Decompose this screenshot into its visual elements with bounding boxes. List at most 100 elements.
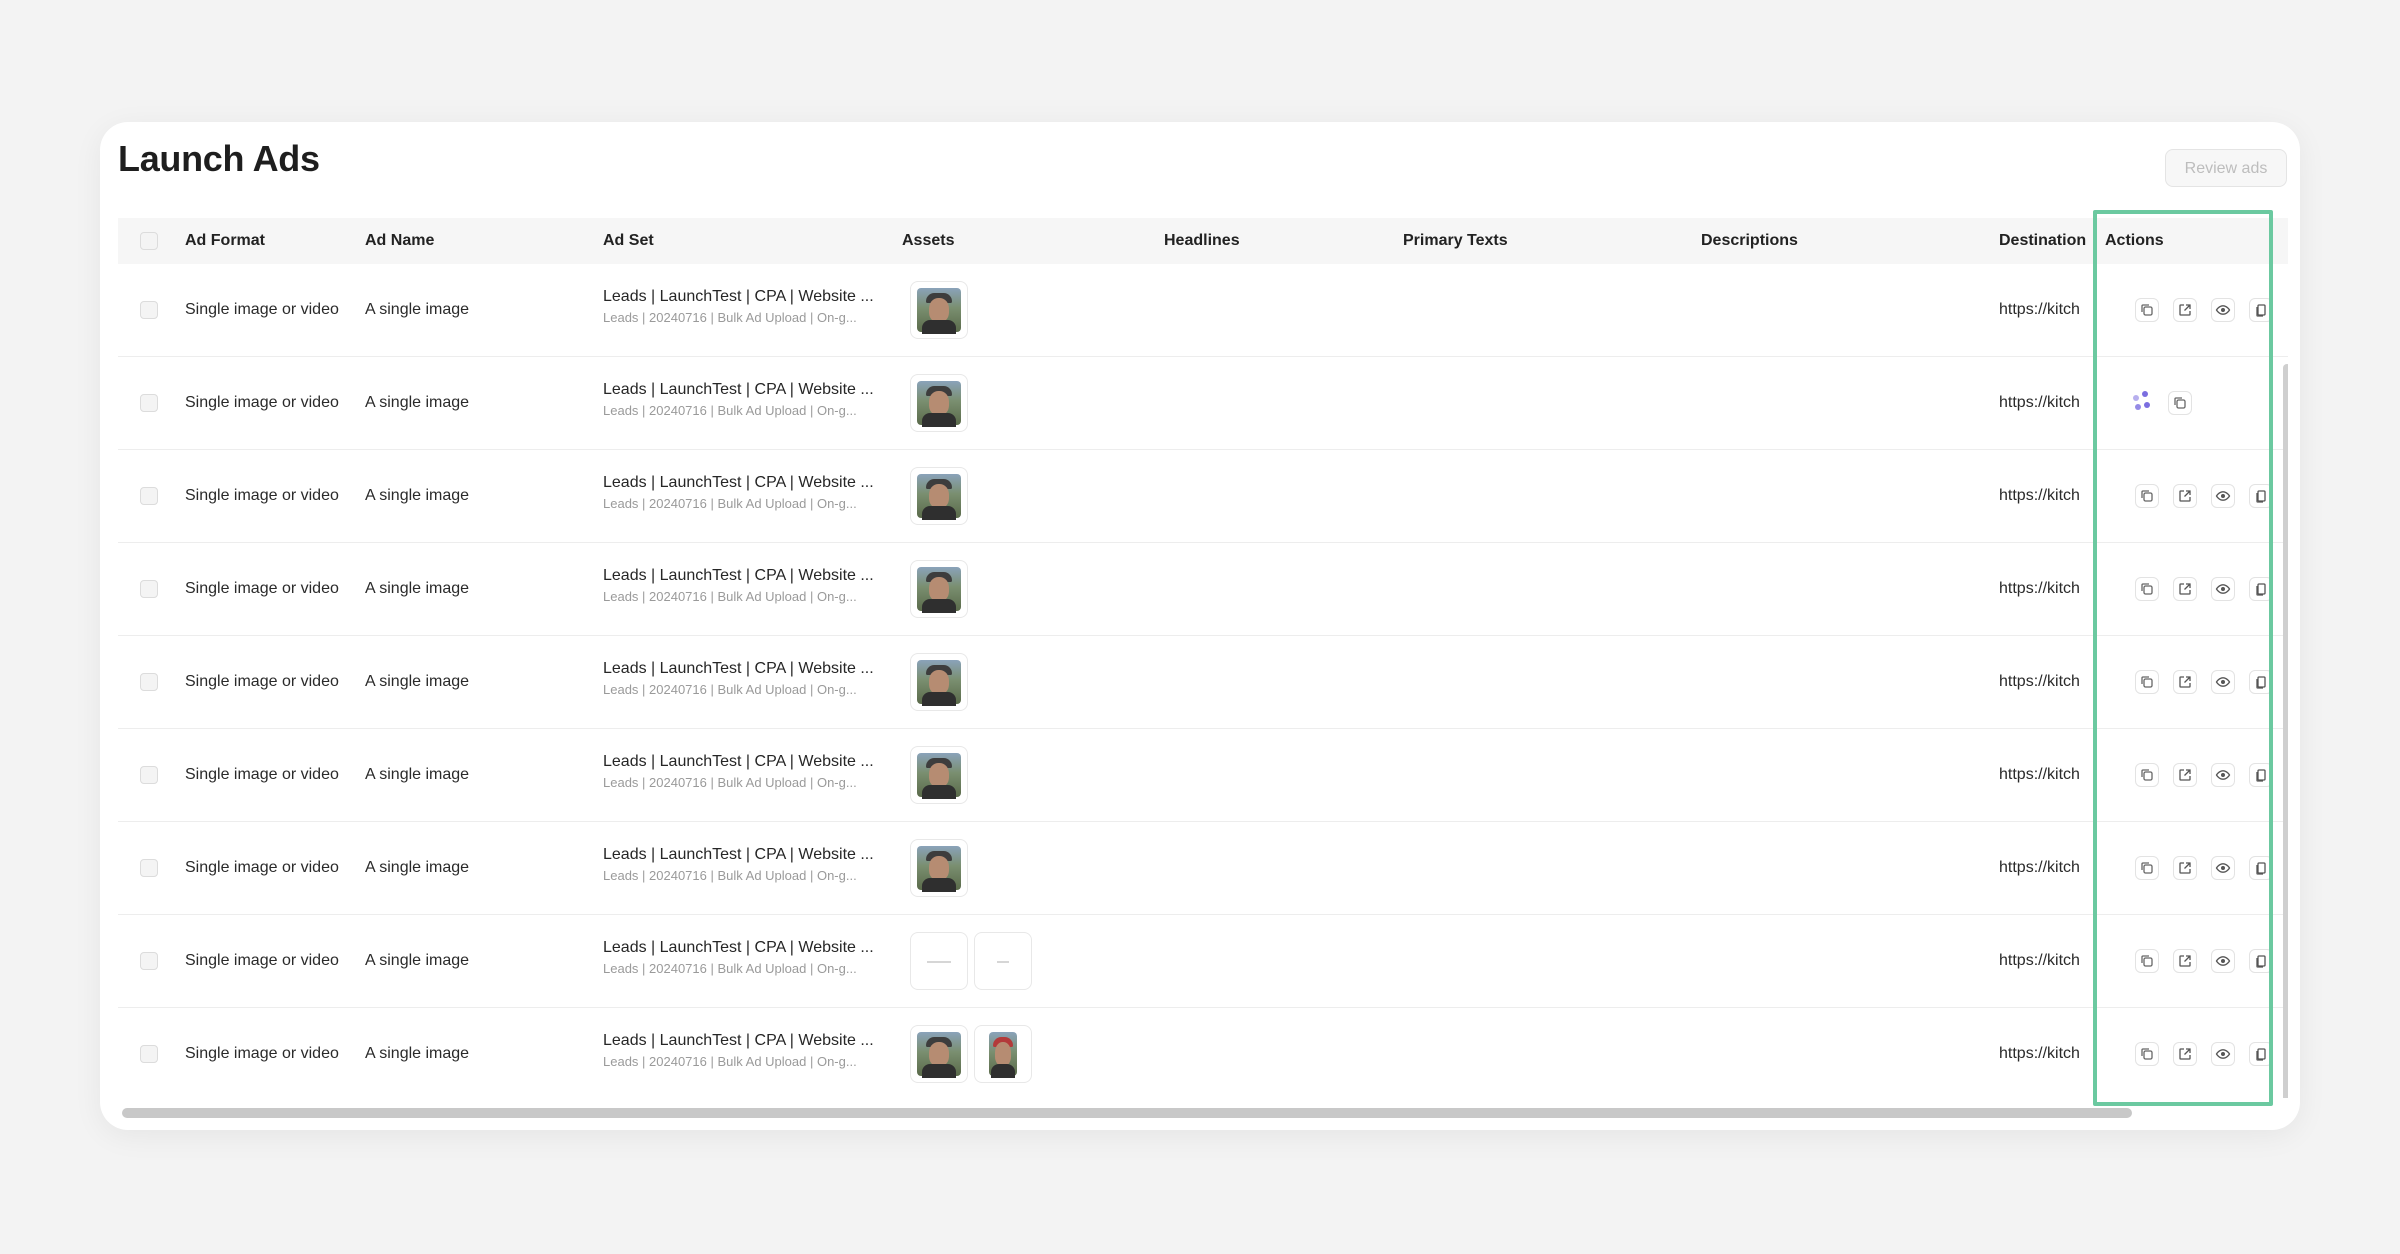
review-ads-button[interactable]: Review ads bbox=[2165, 149, 2287, 187]
asset-thumbnail[interactable] bbox=[910, 932, 968, 990]
asset-thumbnail[interactable] bbox=[910, 746, 968, 804]
asset-photo bbox=[917, 660, 961, 706]
photo-face bbox=[929, 856, 949, 880]
photo-face bbox=[929, 484, 949, 508]
ad-set-name: Leads | LaunchTest | CPA | Website ... bbox=[603, 474, 874, 491]
header-ad-set[interactable]: Ad Set bbox=[603, 218, 654, 264]
photo-shirt bbox=[922, 506, 956, 520]
select-all-checkbox[interactable] bbox=[140, 232, 158, 250]
ad-set-name: Leads | LaunchTest | CPA | Website ... bbox=[603, 288, 874, 305]
photo-shirt bbox=[922, 1064, 956, 1078]
row-checkbox[interactable] bbox=[140, 487, 158, 505]
ad-set-name: Leads | LaunchTest | CPA | Website ... bbox=[603, 939, 874, 956]
header-destination[interactable]: Destination bbox=[1999, 218, 2089, 264]
asset-photo bbox=[917, 474, 961, 520]
ad-set-details: Leads | 20240716 | Bulk Ad Upload | On-g… bbox=[603, 1054, 857, 1069]
placeholder-line bbox=[997, 961, 1009, 963]
placeholder-line bbox=[927, 961, 951, 963]
photo-shirt bbox=[922, 878, 956, 892]
ad-name-cell: A single image bbox=[365, 580, 470, 597]
actions-column-highlight bbox=[2093, 210, 2273, 1106]
asset-thumbnail[interactable] bbox=[910, 653, 968, 711]
ads-table: Ad Format Ad Name Ad Set Assets Headline… bbox=[118, 218, 2288, 1098]
ad-set-name: Leads | LaunchTest | CPA | Website ... bbox=[603, 846, 874, 863]
photo-shirt bbox=[922, 413, 956, 427]
asset-thumbnail[interactable] bbox=[910, 281, 968, 339]
ad-set-details: Leads | 20240716 | Bulk Ad Upload | On-g… bbox=[603, 775, 857, 790]
destination-cell: https://kitch bbox=[1999, 766, 2080, 783]
row-checkbox[interactable] bbox=[140, 952, 158, 970]
asset-photo bbox=[989, 1032, 1017, 1078]
ad-set-cell: Leads | LaunchTest | CPA | Website ... L… bbox=[603, 1030, 883, 1072]
photo-shirt bbox=[922, 599, 956, 613]
photo-face bbox=[929, 577, 949, 601]
table-row[interactable]: Single image or video A single image Lea… bbox=[118, 357, 2288, 450]
ad-set-details: Leads | 20240716 | Bulk Ad Upload | On-g… bbox=[603, 868, 857, 883]
photo-face bbox=[929, 670, 949, 694]
header-ad-format[interactable]: Ad Format bbox=[185, 218, 265, 264]
table-row[interactable]: Single image or video A single image Lea… bbox=[118, 636, 2288, 729]
table-row[interactable]: Single image or video A single image Lea… bbox=[118, 915, 2288, 1008]
ad-format-cell: Single image or video bbox=[185, 766, 339, 783]
row-checkbox[interactable] bbox=[140, 766, 158, 784]
asset-thumbnail[interactable] bbox=[910, 374, 968, 432]
ad-name-cell: A single image bbox=[365, 487, 470, 504]
ad-set-name: Leads | LaunchTest | CPA | Website ... bbox=[603, 381, 874, 398]
ad-format-cell: Single image or video bbox=[185, 580, 339, 597]
destination-cell: https://kitch bbox=[1999, 487, 2080, 504]
ad-set-details: Leads | 20240716 | Bulk Ad Upload | On-g… bbox=[603, 961, 857, 976]
ad-name-cell: A single image bbox=[365, 301, 470, 318]
asset-photo bbox=[917, 1032, 961, 1078]
ad-set-cell: Leads | LaunchTest | CPA | Website ... L… bbox=[603, 565, 883, 607]
table-row[interactable]: Single image or video A single image Lea… bbox=[118, 1008, 2288, 1098]
ad-name-cell: A single image bbox=[365, 673, 470, 690]
asset-thumbnail[interactable] bbox=[974, 932, 1032, 990]
horizontal-scrollbar[interactable] bbox=[122, 1108, 2132, 1118]
header-ad-name[interactable]: Ad Name bbox=[365, 218, 434, 264]
ad-set-details: Leads | 20240716 | Bulk Ad Upload | On-g… bbox=[603, 496, 857, 511]
asset-thumbnail[interactable] bbox=[910, 1025, 968, 1083]
photo-shirt bbox=[922, 785, 956, 799]
table-row[interactable]: Single image or video A single image Lea… bbox=[118, 264, 2288, 357]
destination-cell: https://kitch bbox=[1999, 301, 2080, 318]
ad-set-cell: Leads | LaunchTest | CPA | Website ... L… bbox=[603, 286, 883, 328]
destination-cell: https://kitch bbox=[1999, 859, 2080, 876]
row-checkbox[interactable] bbox=[140, 394, 158, 412]
header-headlines[interactable]: Headlines bbox=[1164, 218, 1240, 264]
row-checkbox[interactable] bbox=[140, 1045, 158, 1063]
asset-thumbnail[interactable] bbox=[974, 1025, 1032, 1083]
header-assets[interactable]: Assets bbox=[902, 218, 954, 264]
table-row[interactable]: Single image or video A single image Lea… bbox=[118, 450, 2288, 543]
row-checkbox[interactable] bbox=[140, 301, 158, 319]
asset-thumbnail[interactable] bbox=[910, 839, 968, 897]
ad-format-cell: Single image or video bbox=[185, 394, 339, 411]
vertical-scrollbar[interactable] bbox=[2283, 364, 2288, 1098]
ad-format-cell: Single image or video bbox=[185, 1045, 339, 1062]
ad-set-cell: Leads | LaunchTest | CPA | Website ... L… bbox=[603, 379, 883, 421]
table-row[interactable]: Single image or video A single image Lea… bbox=[118, 543, 2288, 636]
destination-cell: https://kitch bbox=[1999, 1045, 2080, 1062]
ad-format-cell: Single image or video bbox=[185, 301, 339, 318]
row-checkbox[interactable] bbox=[140, 859, 158, 877]
table-row[interactable]: Single image or video A single image Lea… bbox=[118, 822, 2288, 915]
header-descriptions[interactable]: Descriptions bbox=[1701, 218, 1798, 264]
photo-shirt bbox=[922, 692, 956, 706]
table-row[interactable]: Single image or video A single image Lea… bbox=[118, 729, 2288, 822]
ad-set-details: Leads | 20240716 | Bulk Ad Upload | On-g… bbox=[603, 403, 857, 418]
destination-cell: https://kitch bbox=[1999, 673, 2080, 690]
asset-photo bbox=[917, 753, 961, 799]
ad-set-name: Leads | LaunchTest | CPA | Website ... bbox=[603, 660, 874, 677]
ad-set-name: Leads | LaunchTest | CPA | Website ... bbox=[603, 1032, 874, 1049]
row-checkbox[interactable] bbox=[140, 673, 158, 691]
ad-format-cell: Single image or video bbox=[185, 952, 339, 969]
asset-thumbnail[interactable] bbox=[910, 560, 968, 618]
header-primary-texts[interactable]: Primary Texts bbox=[1403, 218, 1508, 264]
row-checkbox[interactable] bbox=[140, 580, 158, 598]
ad-name-cell: A single image bbox=[365, 952, 470, 969]
launch-ads-panel: Launch Ads Review ads Ad Format Ad Name … bbox=[100, 122, 2300, 1130]
photo-shirt bbox=[922, 320, 956, 334]
photo-face bbox=[929, 298, 949, 322]
destination-cell: https://kitch bbox=[1999, 952, 2080, 969]
photo-face bbox=[929, 763, 949, 787]
asset-thumbnail[interactable] bbox=[910, 467, 968, 525]
